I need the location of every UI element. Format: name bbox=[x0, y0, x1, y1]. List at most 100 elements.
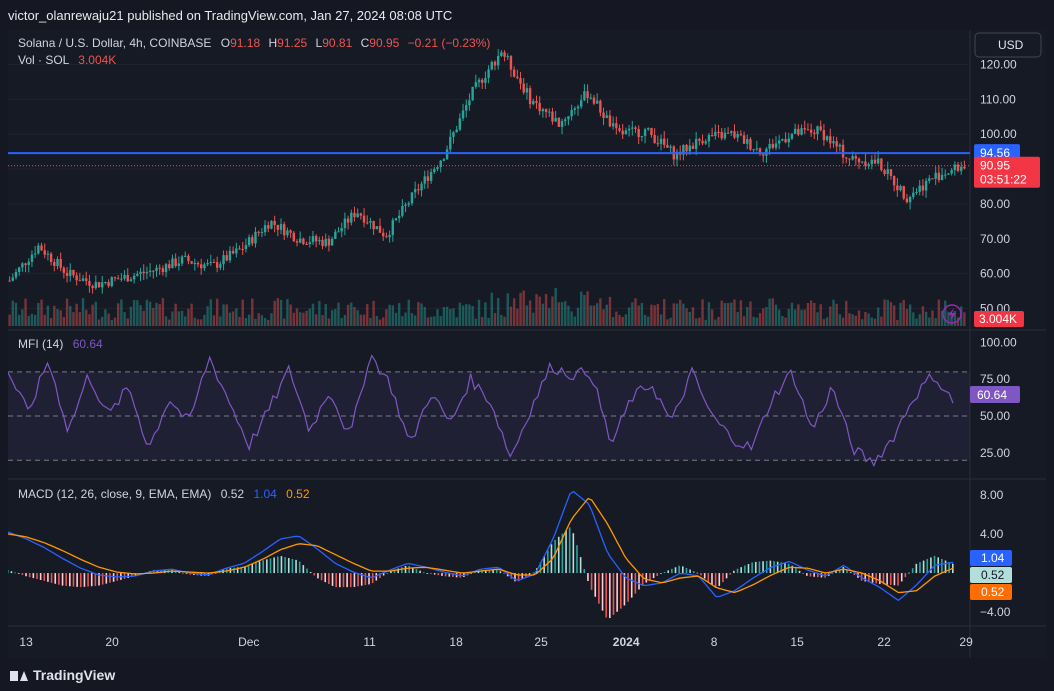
volume-bar bbox=[503, 316, 506, 326]
candle-body bbox=[337, 231, 340, 233]
candle-body bbox=[749, 139, 752, 150]
currency-button-label: USD bbox=[998, 38, 1024, 52]
volume-bar bbox=[650, 304, 653, 326]
signal-line[interactable] bbox=[7, 497, 954, 594]
candle-body bbox=[912, 192, 915, 197]
volume-bar bbox=[206, 306, 209, 326]
grid-lines bbox=[8, 63, 970, 310]
candle-body bbox=[797, 128, 800, 135]
volume-bar bbox=[53, 305, 56, 326]
candle-body bbox=[132, 275, 136, 280]
macd-hist-bar bbox=[309, 571, 312, 574]
volume-bar bbox=[461, 305, 465, 326]
candle-body bbox=[746, 139, 749, 144]
candle-body bbox=[902, 185, 905, 199]
macd-hist-bar bbox=[109, 573, 111, 583]
macd-hist-bar bbox=[21, 573, 24, 575]
candle-body bbox=[688, 145, 691, 152]
macd-hist-bar bbox=[255, 562, 257, 574]
candle-body bbox=[777, 140, 781, 144]
candle-body bbox=[184, 255, 187, 257]
volume-bar bbox=[215, 298, 219, 326]
candle-body bbox=[621, 130, 624, 135]
macd-hist-bar bbox=[692, 571, 695, 574]
candle-body bbox=[944, 174, 947, 176]
candlesticks[interactable] bbox=[8, 49, 966, 294]
volume-bar bbox=[509, 306, 513, 326]
macd-hist-bar bbox=[707, 573, 710, 582]
volume-bar bbox=[618, 315, 621, 326]
candle-body bbox=[790, 133, 794, 139]
volume-bar bbox=[631, 302, 634, 326]
macd-hist-bar bbox=[339, 573, 341, 588]
macd-hist-bar bbox=[619, 573, 622, 609]
candle-body bbox=[397, 215, 401, 219]
volume-bar bbox=[908, 304, 912, 326]
macd-hist-bar bbox=[751, 562, 753, 574]
macd-legend[interactable]: MACD (12, 26, close, 9, EMA, EMA) 0.52 1… bbox=[18, 487, 310, 501]
volume-bar bbox=[273, 300, 276, 326]
volume-bar bbox=[560, 302, 564, 326]
candle-body bbox=[554, 117, 557, 122]
macd-line[interactable] bbox=[7, 490, 954, 602]
time-tick-label: 25 bbox=[534, 635, 548, 649]
candle-body bbox=[535, 100, 538, 103]
volume-legend[interactable]: Vol · SOL 3.004K bbox=[18, 53, 116, 67]
candle-body bbox=[720, 131, 723, 139]
candle-body bbox=[59, 258, 62, 268]
candle-body bbox=[40, 245, 43, 251]
volume-bar bbox=[184, 316, 187, 326]
candle-body bbox=[324, 238, 327, 247]
macd-hist-bar bbox=[758, 561, 761, 574]
mfi-legend[interactable]: MFI (14) 60.64 bbox=[18, 337, 103, 351]
macd-hist-bar bbox=[802, 573, 805, 574]
volume-bar bbox=[496, 297, 500, 326]
volume-bar bbox=[244, 318, 248, 326]
volume-bar bbox=[963, 312, 966, 326]
volume-bar bbox=[142, 310, 145, 326]
candle-body bbox=[107, 282, 110, 287]
volume-bar bbox=[873, 318, 877, 326]
macd-hist-bar bbox=[948, 562, 950, 574]
candle-body bbox=[956, 164, 960, 171]
volume-bar bbox=[139, 305, 142, 326]
macd-hist-bar bbox=[842, 567, 845, 574]
candle-body bbox=[650, 127, 653, 136]
chart-canvas[interactable]: 120.00110.00100.0090.0080.0070.0060.0050… bbox=[7, 30, 1046, 658]
volume-bar bbox=[24, 298, 27, 326]
candle-body bbox=[391, 220, 394, 235]
volume-bar bbox=[902, 299, 905, 326]
candle-body bbox=[580, 100, 583, 107]
macd-hist-bar bbox=[922, 560, 925, 574]
candle-body bbox=[433, 168, 436, 172]
time-scale[interactable]: 13 20 Dec 11 18 25 2024 8 15 22 29 bbox=[19, 635, 973, 649]
candle-body bbox=[228, 250, 232, 261]
price-tick-label: 100.00 bbox=[980, 127, 1017, 141]
time-tick-label: 29 bbox=[959, 635, 973, 649]
candle-body bbox=[247, 237, 251, 246]
candle-body bbox=[56, 258, 59, 267]
countdown-text: 03:51:22 bbox=[980, 173, 1027, 187]
candle-body bbox=[263, 225, 267, 233]
macd-hist-bar bbox=[298, 561, 301, 574]
tradingview-logo[interactable]: TradingView bbox=[10, 667, 115, 683]
volume-bar bbox=[586, 291, 589, 326]
volume-bar bbox=[532, 312, 535, 326]
macd-hist-bar bbox=[893, 573, 896, 586]
macd-hist-bar bbox=[722, 573, 724, 583]
volume-bar bbox=[203, 314, 206, 326]
candle-body bbox=[685, 144, 688, 152]
candle-body bbox=[442, 159, 446, 161]
macd-hist-bar bbox=[911, 568, 914, 574]
volume-bar bbox=[800, 309, 803, 326]
trading-chart[interactable]: 120.00110.00100.0090.0080.0070.0060.0050… bbox=[7, 30, 1046, 658]
macd-hist-bar bbox=[324, 573, 327, 583]
candle-body bbox=[548, 111, 551, 113]
volume-bar bbox=[40, 299, 43, 326]
volume-bar bbox=[506, 293, 509, 326]
symbol-title[interactable]: Solana / U.S. Dollar, 4h, COINBASE O91.1… bbox=[18, 36, 490, 50]
volume-bar bbox=[407, 299, 410, 326]
macd-hist-bar bbox=[736, 568, 739, 574]
macd-hist-bar bbox=[233, 567, 235, 574]
macd-hist-bar bbox=[368, 573, 370, 585]
